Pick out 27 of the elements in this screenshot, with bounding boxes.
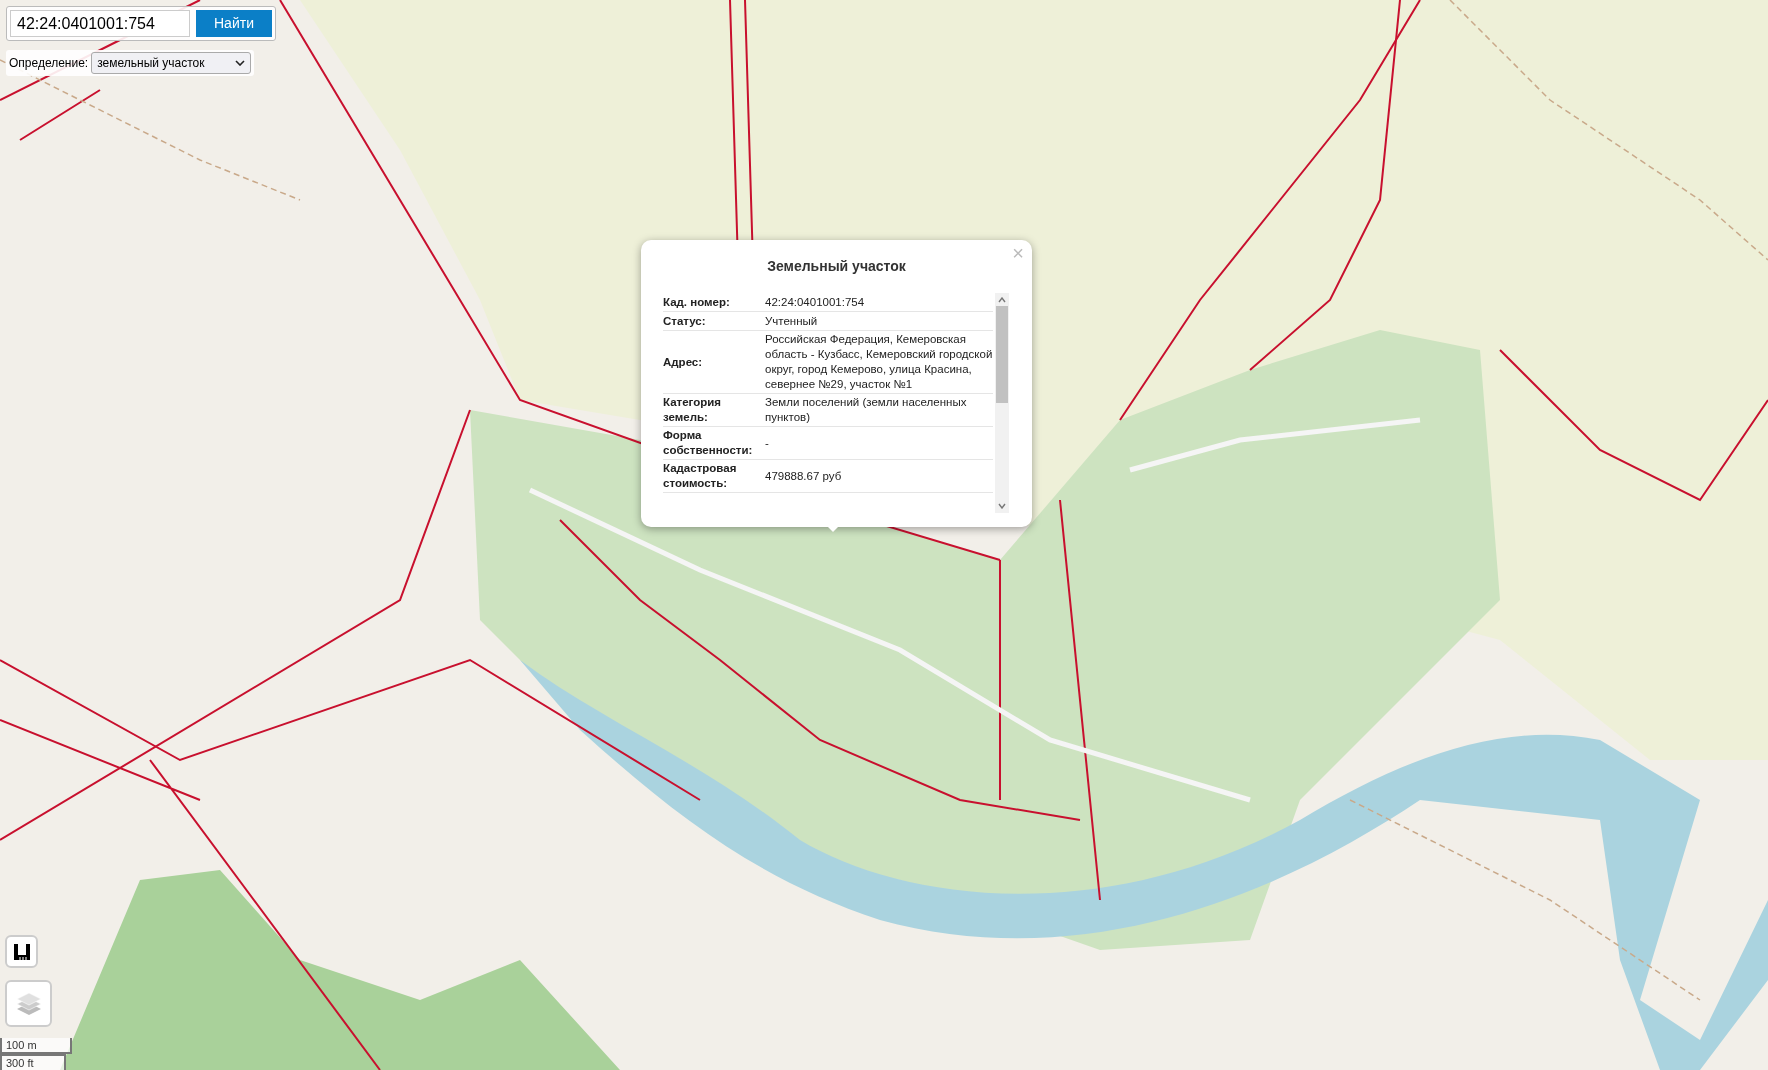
definition-label: Определение:	[9, 55, 89, 72]
scroll-down-icon	[998, 503, 1006, 509]
field-label: Кадастровая стоимость:	[663, 461, 738, 491]
field-value: 42:24:0401001:754	[765, 294, 866, 310]
field-value: -	[765, 435, 770, 451]
field-label: Статус:	[663, 313, 707, 329]
definition-dropdown[interactable]: земельный участок	[91, 52, 252, 74]
field-value: 479888.67 руб	[765, 468, 843, 484]
search-field[interactable]: 42:24:0401001:754	[10, 10, 190, 37]
scale-metric: 100 m	[0, 1038, 72, 1054]
scrollbar-thumb[interactable]	[996, 306, 1008, 403]
field-label: Адрес:	[663, 354, 704, 370]
field-label: Категория земель:	[663, 395, 723, 425]
chevron-down-icon	[235, 60, 246, 66]
field-label: Кад. номер:	[663, 294, 731, 310]
popup-title: Земельный участок	[766, 257, 907, 276]
field-value: Российская Федерация, Кемеровская область - Кузбасс, Кемеровский городской округ, город Кемерово, улица Красина, севернее №29, участок №1	[765, 332, 993, 392]
field-value: Земли поселений (земли населенных пунктов)	[765, 395, 968, 425]
scale-imperial: 300 ft	[0, 1054, 66, 1070]
scroll-up-icon	[998, 297, 1006, 303]
layers-icon	[14, 990, 43, 1017]
scrollbar[interactable]	[995, 293, 1009, 513]
find-button[interactable]: Найти	[196, 10, 272, 37]
field-label: Форма собственности:	[663, 428, 754, 458]
layers-button[interactable]	[5, 980, 52, 1027]
field-value: Учтенный	[765, 313, 819, 329]
measure-button[interactable]	[5, 935, 38, 968]
